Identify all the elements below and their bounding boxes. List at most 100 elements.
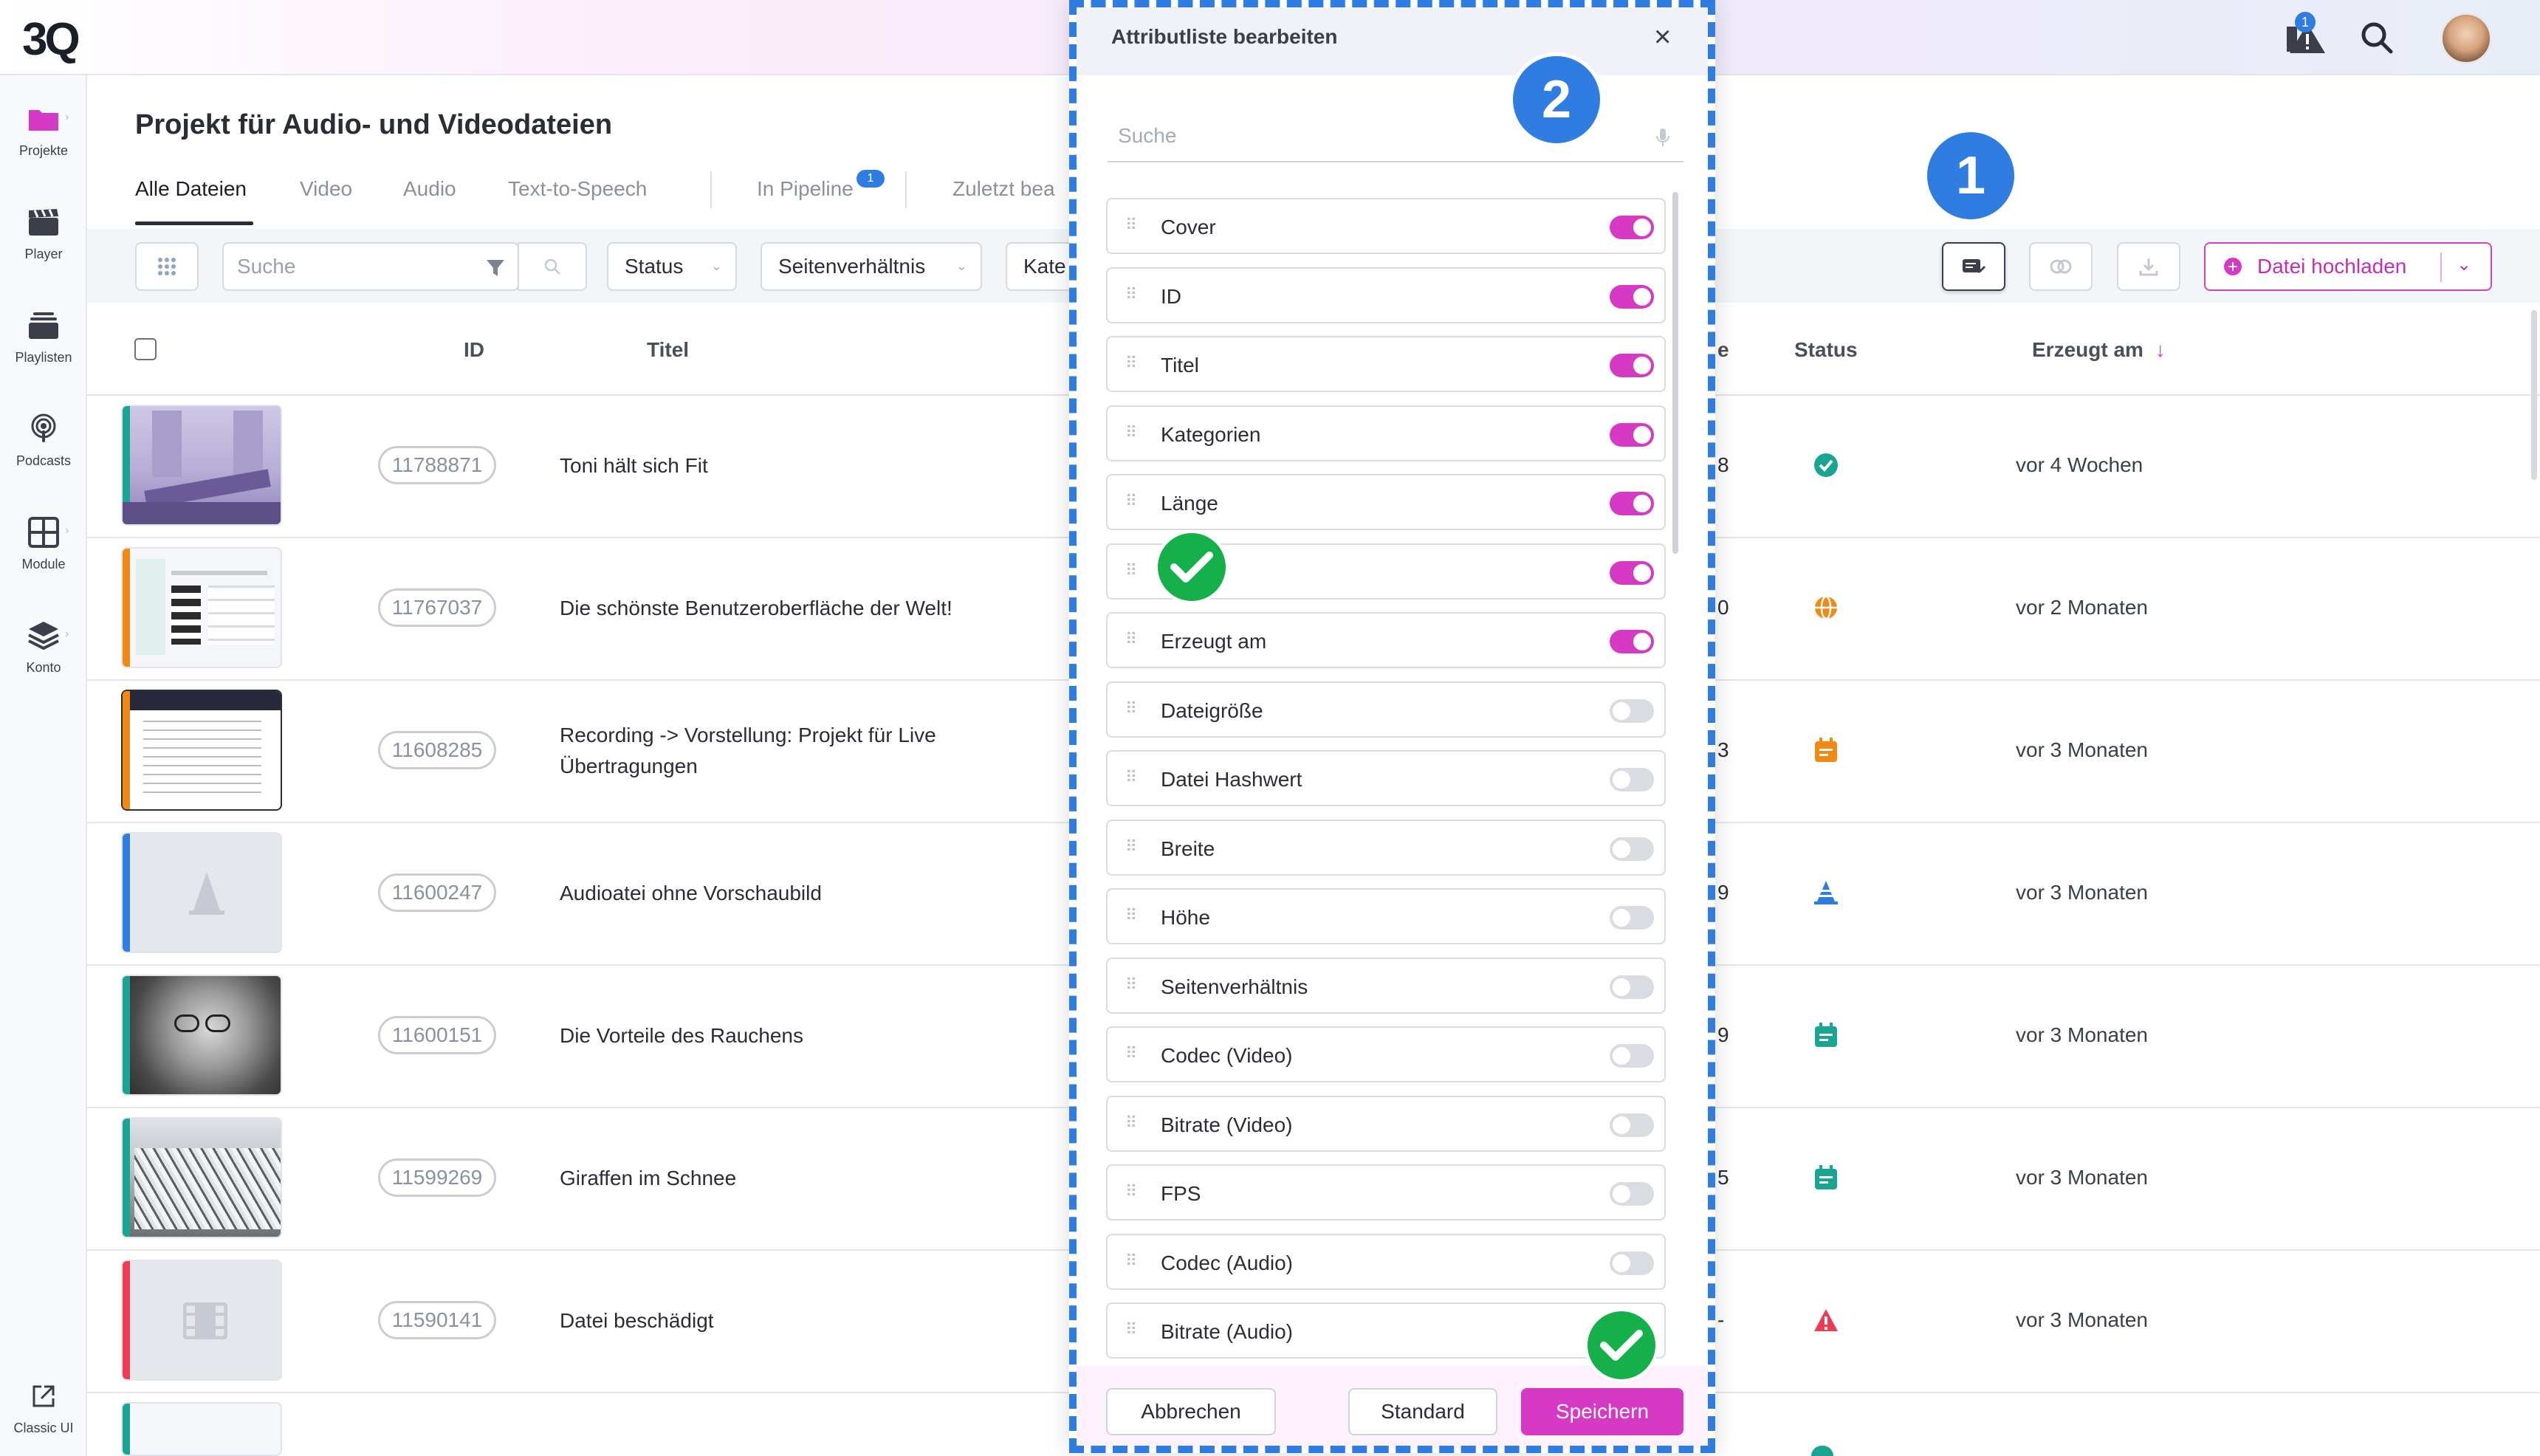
drag-handle-icon[interactable]: ⠿: [1125, 837, 1138, 856]
video-thumbnail[interactable]: [121, 975, 282, 1096]
column-header-created[interactable]: Erzeugt am ↓: [2032, 338, 2166, 362]
attribute-row[interactable]: ⠿ Datei Hashwert: [1106, 750, 1666, 806]
attribute-toggle[interactable]: [1610, 560, 1654, 585]
sidebar-item-projekte[interactable]: Projekte ›: [0, 102, 87, 159]
cancel-button[interactable]: Abbrechen: [1106, 1388, 1276, 1435]
grid-view-button[interactable]: [135, 242, 199, 291]
microphone-icon[interactable]: [1655, 127, 1670, 148]
row-title[interactable]: Audioatei ohne Vorschaubild: [560, 878, 822, 909]
drag-handle-icon[interactable]: ⠿: [1125, 699, 1138, 718]
sidebar-item-playlisten[interactable]: Playlisten: [0, 309, 87, 365]
attribute-toggle[interactable]: [1610, 630, 1654, 653]
attribute-toggle[interactable]: [1610, 1113, 1654, 1137]
attribute-row[interactable]: ⠿ Länge: [1106, 474, 1666, 530]
drag-handle-icon[interactable]: ⠿: [1125, 1182, 1138, 1201]
drag-handle-icon[interactable]: ⠿: [1125, 216, 1138, 235]
attribute-row[interactable]: ⠿ Bitrate (Video): [1106, 1095, 1666, 1152]
id-pill[interactable]: 11608285: [378, 731, 496, 769]
attribute-row[interactable]: ⠿ ID: [1106, 267, 1666, 323]
column-header-title[interactable]: Titel: [647, 338, 689, 362]
drag-handle-icon[interactable]: ⠿: [1125, 630, 1138, 649]
video-thumbnail[interactable]: [121, 547, 282, 668]
edit-attributes-button[interactable]: [1942, 242, 2005, 291]
drag-handle-icon[interactable]: ⠿: [1125, 492, 1138, 511]
tab-in-pipeline[interactable]: In Pipeline: [757, 177, 854, 201]
attribute-row[interactable]: ⠿ Titel: [1106, 336, 1666, 392]
user-avatar[interactable]: [2440, 13, 2492, 64]
drag-handle-icon[interactable]: ⠿: [1125, 423, 1138, 442]
sidebar-item-podcasts[interactable]: Podcasts: [0, 412, 87, 469]
aspect-ratio-filter-select[interactable]: Seitenverhältnis ⌄: [761, 242, 982, 291]
id-pill[interactable]: 11600247: [378, 873, 496, 912]
logo-3q[interactable]: 3Q: [22, 13, 80, 66]
classic-ui-link[interactable]: Classic UI: [0, 1379, 87, 1436]
search-input[interactable]: Suche: [222, 242, 519, 291]
video-thumbnail[interactable]: [121, 690, 282, 811]
attribute-row[interactable]: ⠿ FPS: [1106, 1164, 1666, 1220]
sidebar-item-player[interactable]: Player: [0, 205, 87, 262]
id-pill[interactable]: 11788871: [378, 446, 496, 484]
upload-file-button[interactable]: Datei hochladen ⌄: [2204, 242, 2492, 291]
column-header-length[interactable]: e: [1717, 338, 1729, 362]
attribute-row[interactable]: ⠿ Kategorien: [1106, 405, 1666, 461]
attribute-toggle[interactable]: [1610, 906, 1654, 930]
sidebar-item-module[interactable]: Module ›: [0, 515, 87, 572]
tab-zuletzt-bearbeitet[interactable]: Zuletzt bea: [952, 177, 1055, 201]
share-button[interactable]: [2029, 242, 2093, 291]
id-pill[interactable]: 11600151: [378, 1016, 496, 1054]
tab-audio[interactable]: Audio: [403, 177, 456, 201]
video-thumbnail[interactable]: [121, 1117, 282, 1238]
drag-handle-icon[interactable]: ⠿: [1125, 1320, 1138, 1339]
attribute-row[interactable]: ⠿ Dateigröße: [1106, 681, 1666, 738]
id-pill[interactable]: 11590141: [378, 1301, 496, 1339]
attribute-toggle[interactable]: [1610, 975, 1654, 999]
drag-handle-icon[interactable]: ⠿: [1125, 768, 1138, 787]
filter-icon[interactable]: [485, 258, 506, 278]
drag-handle-icon[interactable]: ⠿: [1125, 1113, 1138, 1133]
attribute-row[interactable]: ⠿ Erzeugt am: [1106, 612, 1666, 668]
attribute-toggle[interactable]: [1610, 1182, 1654, 1206]
drag-handle-icon[interactable]: ⠿: [1125, 561, 1138, 580]
attribute-toggle[interactable]: [1610, 837, 1654, 861]
row-title[interactable]: Giraffen im Schnee: [560, 1163, 736, 1194]
column-header-id[interactable]: ID: [464, 338, 484, 362]
attribute-toggle[interactable]: [1610, 492, 1654, 515]
attribute-toggle[interactable]: [1610, 768, 1654, 791]
status-filter-select[interactable]: Status ⌄: [607, 242, 737, 291]
attribute-row[interactable]: ⠿ Codec (Video): [1106, 1026, 1666, 1082]
audio-thumbnail[interactable]: [121, 832, 282, 953]
row-title[interactable]: Die schönste Benutzeroberfläche der Welt…: [560, 593, 952, 624]
attribute-toggle[interactable]: [1610, 354, 1654, 377]
modal-scrollbar[interactable]: [1672, 192, 1678, 554]
sidebar-item-konto[interactable]: Konto ›: [0, 619, 87, 676]
attribute-toggle[interactable]: [1610, 422, 1654, 447]
drag-handle-icon[interactable]: ⠿: [1125, 975, 1138, 995]
attribute-toggle[interactable]: [1610, 1251, 1654, 1275]
drag-handle-icon[interactable]: ⠿: [1125, 1044, 1138, 1063]
drag-handle-icon[interactable]: ⠿: [1125, 354, 1138, 373]
select-all-checkbox[interactable]: [134, 338, 157, 360]
attribute-toggle[interactable]: [1610, 284, 1654, 309]
video-thumbnail[interactable]: [121, 405, 282, 526]
attribute-toggle[interactable]: [1610, 698, 1654, 723]
search-icon[interactable]: [2354, 15, 2400, 61]
row-title[interactable]: Datei beschädigt: [560, 1305, 714, 1336]
tab-alle-dateien[interactable]: Alle Dateien: [135, 177, 247, 201]
attribute-row[interactable]: ⠿ Breite: [1106, 819, 1666, 876]
attribute-row[interactable]: ⠿ Cover: [1106, 198, 1666, 254]
attribute-row[interactable]: ⠿ Höhe: [1106, 888, 1666, 944]
chevron-down-icon[interactable]: ⌄: [2457, 254, 2471, 275]
tab-text-to-speech[interactable]: Text-to-Speech: [508, 177, 647, 201]
search-submit-button[interactable]: [518, 242, 587, 291]
id-pill[interactable]: 11767037: [378, 588, 496, 627]
save-button[interactable]: Speichern: [1521, 1388, 1683, 1435]
drag-handle-icon[interactable]: ⠿: [1125, 285, 1138, 304]
attribute-toggle[interactable]: [1610, 216, 1654, 239]
id-pill[interactable]: 11599269: [378, 1158, 496, 1197]
attribute-row[interactable]: ⠿ Bitrate (Audio): [1106, 1302, 1666, 1359]
column-header-status[interactable]: Status: [1794, 338, 1858, 362]
close-icon[interactable]: ×: [1654, 22, 1671, 52]
attribute-row[interactable]: ⠿ Codec (Audio): [1106, 1233, 1666, 1290]
tab-video[interactable]: Video: [300, 177, 352, 201]
video-thumbnail[interactable]: [121, 1260, 282, 1381]
